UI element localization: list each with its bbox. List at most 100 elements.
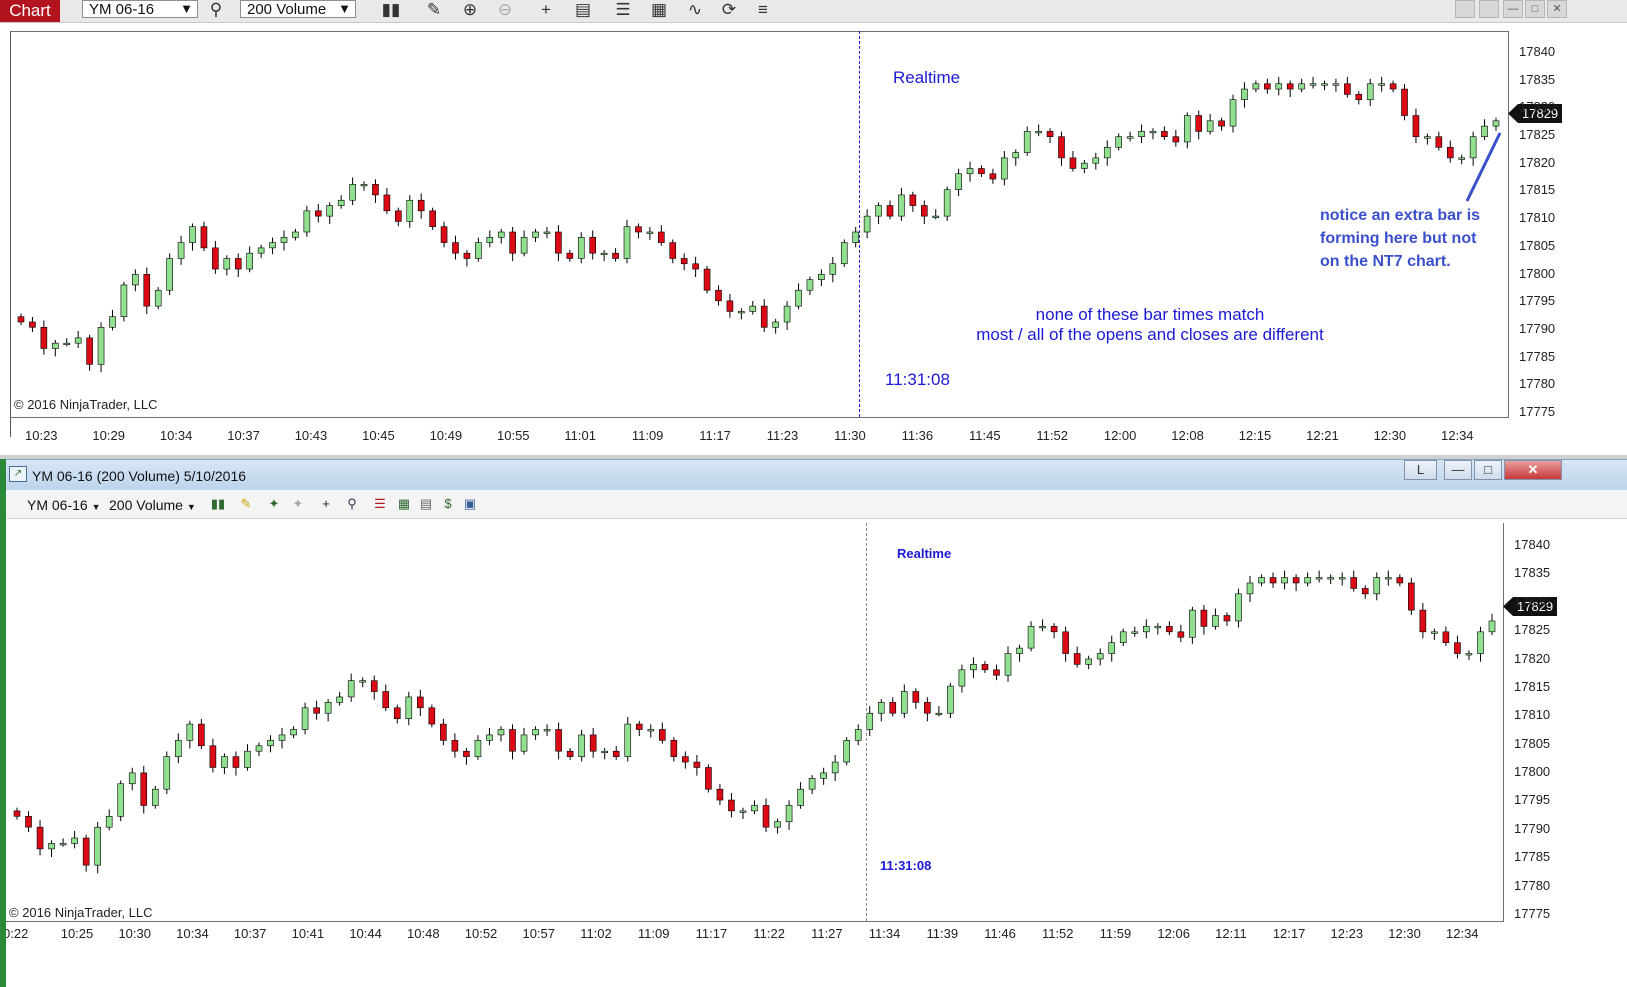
bar-type-icon[interactable]: ▮▮ xyxy=(210,496,226,512)
indicators-icon[interactable]: ▦ xyxy=(648,0,670,20)
pencil-icon[interactable]: ✎ xyxy=(423,0,445,20)
nt8-time-axis-line xyxy=(10,417,1509,418)
maximize-icon[interactable]: □ xyxy=(1474,460,1502,480)
nt7-interval-selector[interactable]: 200 Volume ▼ xyxy=(109,497,196,513)
zoom-in-icon[interactable]: ⊕ xyxy=(459,0,481,20)
properties-icon[interactable]: ▣ xyxy=(462,496,478,512)
candle xyxy=(234,258,242,270)
window-tab-button[interactable] xyxy=(1455,0,1475,18)
money-icon[interactable]: $ xyxy=(440,496,456,512)
candle xyxy=(223,258,231,270)
pin-disabled-icon[interactable]: ✦ xyxy=(290,496,306,512)
properties-icon[interactable]: ≡ xyxy=(752,0,774,20)
candle xyxy=(831,761,839,774)
candle xyxy=(1062,631,1069,654)
candle xyxy=(82,837,90,866)
window-tab-button-2[interactable] xyxy=(1479,0,1499,18)
search-icon[interactable]: ⚲ xyxy=(205,0,227,20)
zoom-out-icon[interactable]: ⊖ xyxy=(494,0,516,20)
candle xyxy=(347,680,355,698)
time-tick-label: 11:22 xyxy=(753,926,785,941)
zoom-icon[interactable]: ⚲ xyxy=(344,496,360,512)
data-box-icon[interactable]: ▤ xyxy=(418,496,434,512)
candle xyxy=(1108,642,1116,654)
candle xyxy=(1477,631,1484,654)
instrument-selector[interactable]: YM 06-16 ▼ xyxy=(82,0,198,18)
nt7-chart-panel[interactable]: Realtime 11:31:08 © 2016 NinjaTrader, LL… xyxy=(0,519,1627,987)
nt7-instrument-selector[interactable]: YM 06-16 ▼ xyxy=(27,497,101,513)
price-tick-label: 17775 xyxy=(1519,404,1556,419)
instrument-value: YM 06-16 xyxy=(89,1,155,18)
candle xyxy=(86,337,93,365)
candle xyxy=(1389,83,1397,90)
nt8-realtime-separator xyxy=(859,31,860,417)
minimize-icon[interactable]: — xyxy=(1444,460,1472,480)
time-tick-label: 11:01 xyxy=(564,428,596,443)
crosshair-icon[interactable]: + xyxy=(318,496,334,512)
bar-type-icon[interactable]: ▮▮ xyxy=(380,0,402,20)
candle xyxy=(13,810,21,817)
candle xyxy=(1384,577,1392,580)
crosshair-icon[interactable]: + xyxy=(535,0,557,20)
chart-tab[interactable]: Chart xyxy=(0,0,60,22)
candle xyxy=(1286,83,1294,90)
candle xyxy=(532,729,539,736)
candle xyxy=(854,729,862,741)
price-tick-label: 17795 xyxy=(1519,293,1556,309)
candle xyxy=(1332,83,1340,86)
candle xyxy=(1073,653,1081,665)
candle xyxy=(682,756,689,763)
candle xyxy=(840,242,848,265)
strategies-icon[interactable]: ☰ xyxy=(372,496,388,512)
candle xyxy=(140,772,148,806)
candle xyxy=(1142,626,1150,633)
candle xyxy=(17,316,25,323)
drawing-tools-icon[interactable]: ∿ xyxy=(684,0,706,20)
candle xyxy=(1161,131,1168,138)
maximize-icon[interactable]: □ xyxy=(1525,0,1545,18)
pencil-icon[interactable]: ✎ xyxy=(238,496,254,512)
indicators-icon[interactable]: ▦ xyxy=(396,496,412,512)
candle xyxy=(301,707,309,730)
candle xyxy=(405,696,413,719)
close-icon[interactable]: ✕ xyxy=(1547,0,1567,18)
strategies-icon[interactable]: ☰ xyxy=(612,0,634,20)
candle xyxy=(863,215,871,233)
candle xyxy=(935,712,943,716)
link-button[interactable]: L xyxy=(1404,460,1437,480)
candle xyxy=(1488,620,1496,633)
close-icon[interactable]: ✕ xyxy=(1504,460,1562,480)
time-tick-label: 11:17 xyxy=(699,428,731,443)
price-tick-label: 17785 xyxy=(1519,348,1556,364)
price-tick-label: 17825 xyxy=(1514,622,1551,638)
time-tick-label: 10:23 xyxy=(25,428,58,443)
nt8-chart-panel[interactable]: Realtime 11:31:08 © 2016 NinjaTrader, LL… xyxy=(0,23,1627,457)
price-tick-label: 17790 xyxy=(1514,820,1551,836)
candle xyxy=(889,702,897,714)
candle xyxy=(852,231,859,243)
chart-window-icon: ↗ xyxy=(9,466,27,482)
candle xyxy=(970,664,977,671)
candle xyxy=(1195,115,1203,132)
candle xyxy=(818,274,825,280)
price-tick-label: 17820 xyxy=(1519,154,1556,170)
minimize-icon[interactable]: — xyxy=(1503,0,1523,18)
candle xyxy=(232,756,240,768)
nt7-candlestick-chart[interactable] xyxy=(0,519,1627,987)
nt8-copyright: © 2016 NinjaTrader, LLC xyxy=(14,397,158,412)
data-box-icon[interactable]: ▤ xyxy=(572,0,594,20)
candle xyxy=(1419,609,1427,633)
interval-selector[interactable]: 200 Volume ▼ xyxy=(240,0,356,18)
candle xyxy=(151,788,159,806)
pin-icon[interactable]: ✦ xyxy=(266,496,282,512)
candle xyxy=(52,342,59,349)
candle xyxy=(1327,577,1334,580)
candle xyxy=(566,750,574,757)
candle xyxy=(543,729,551,732)
price-tick-label: 17785 xyxy=(1514,849,1551,865)
candle xyxy=(132,274,139,286)
nt7-time-axis-line xyxy=(4,921,1504,922)
reload-icon[interactable]: ⟳ xyxy=(718,0,740,20)
time-tick-label: 10:34 xyxy=(159,428,193,443)
candle xyxy=(912,691,920,703)
